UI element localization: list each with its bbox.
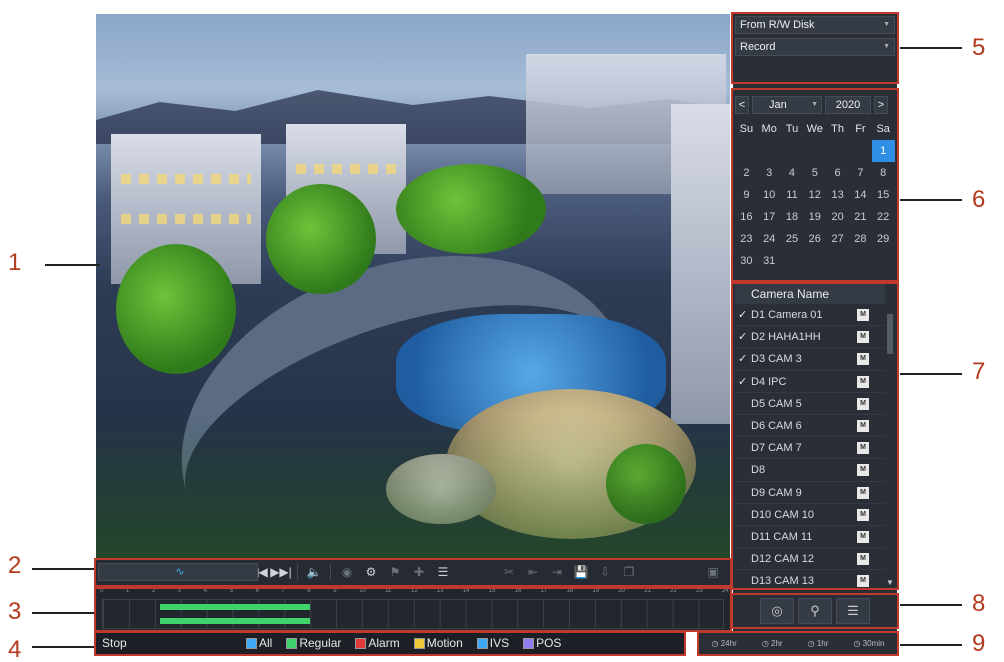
callout-frame-4 — [94, 631, 686, 656]
callout-frame-7 — [731, 282, 899, 590]
callout-frame-8 — [731, 593, 899, 629]
callout-line — [45, 264, 100, 266]
video-playback-window[interactable] — [96, 14, 730, 558]
callout-frame-9 — [697, 631, 899, 656]
callout-line — [900, 604, 962, 606]
callout-2: 2 — [8, 552, 22, 579]
callout-line — [900, 199, 962, 201]
callout-frame-3 — [94, 587, 732, 632]
scene-tree — [266, 184, 376, 294]
callout-7: 7 — [972, 358, 986, 385]
callout-frame-2 — [94, 558, 732, 587]
scene-building — [671, 104, 730, 424]
callout-6: 6 — [972, 186, 986, 213]
callout-5: 5 — [972, 34, 986, 61]
callout-8: 8 — [972, 590, 986, 617]
scene-tree — [116, 244, 236, 374]
callout-line — [32, 646, 94, 648]
callout-line — [32, 568, 94, 570]
callout-4: 4 — [8, 636, 22, 662]
callout-line — [900, 373, 962, 375]
scene-tree — [396, 164, 546, 254]
callout-3: 3 — [8, 598, 22, 625]
callout-9: 9 — [972, 630, 986, 657]
callout-line — [900, 47, 962, 49]
callout-line — [32, 612, 94, 614]
callout-line — [900, 644, 962, 646]
callout-frame-6 — [731, 88, 899, 282]
callout-1: 1 — [8, 249, 22, 276]
callout-frame-5 — [731, 12, 899, 84]
scene-grass — [96, 414, 730, 558]
